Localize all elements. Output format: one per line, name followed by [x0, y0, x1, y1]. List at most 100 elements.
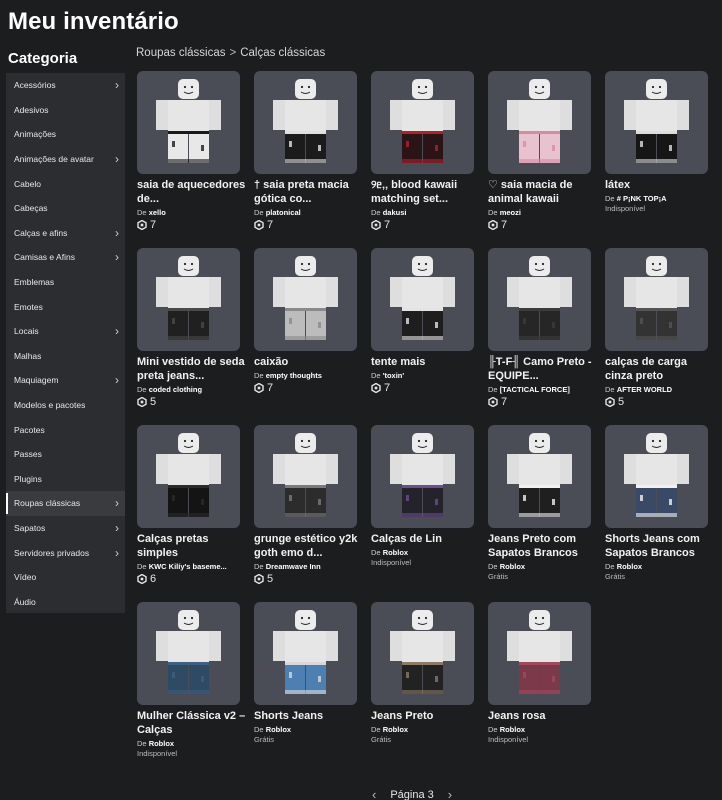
- item-creator[interactable]: De Roblox: [371, 548, 477, 557]
- item-thumbnail[interactable]: [488, 248, 591, 351]
- item-card[interactable]: Calças pretas simples De KWC Kilíy's base…: [137, 425, 247, 595]
- item-creator[interactable]: De meozi: [488, 208, 594, 217]
- item-creator[interactable]: De Roblox: [371, 725, 477, 734]
- item-thumbnail[interactable]: [254, 71, 357, 174]
- item-card[interactable]: Jeans rosa De Roblox Indisponível: [488, 602, 598, 772]
- item-thumbnail[interactable]: [254, 602, 357, 705]
- item-name[interactable]: grunge estético y2k goth emo d...: [254, 532, 364, 560]
- item-name[interactable]: Jeans Preto: [371, 709, 481, 723]
- item-card[interactable]: grunge estético y2k goth emo d... De Drea…: [254, 425, 364, 595]
- item-creator[interactable]: De empty thoughts: [254, 371, 360, 380]
- sidebar-item[interactable]: Áudio: [6, 589, 125, 614]
- creator-name[interactable]: meozi: [500, 208, 521, 217]
- sidebar-item[interactable]: Malhas: [6, 344, 125, 369]
- item-creator[interactable]: De Roblox: [488, 562, 594, 571]
- item-card[interactable]: saia de aquecedores de... De xello 7: [137, 71, 247, 241]
- previous-page-icon[interactable]: ‹: [372, 787, 376, 800]
- item-creator[interactable]: De Dreamwave Inn: [254, 562, 360, 571]
- item-card[interactable]: calças de carga cinza preto De AFTER WORL…: [605, 248, 715, 418]
- item-creator[interactable]: De dakusi: [371, 208, 477, 217]
- sidebar-item[interactable]: Cabelo: [6, 171, 125, 196]
- item-name[interactable]: Shorts Jeans com Sapatos Brancos: [605, 532, 715, 560]
- sidebar-item[interactable]: Vídeo: [6, 565, 125, 590]
- creator-name[interactable]: Roblox: [266, 725, 291, 734]
- item-name[interactable]: ╟T-F╢ Camo Preto - EQUIPE...: [488, 355, 598, 383]
- creator-name[interactable]: Roblox: [617, 562, 642, 571]
- sidebar-item[interactable]: Adesivos: [6, 98, 125, 123]
- item-creator[interactable]: De xello: [137, 208, 243, 217]
- sidebar-item[interactable]: Locais ›: [6, 319, 125, 344]
- sidebar-item[interactable]: Servidores privados ›: [6, 540, 125, 565]
- item-creator[interactable]: De # P¡NK TOP¡A: [605, 194, 711, 203]
- item-name[interactable]: † saia preta macia gótica co...: [254, 178, 364, 206]
- item-thumbnail[interactable]: [254, 425, 357, 528]
- item-thumbnail[interactable]: [488, 425, 591, 528]
- item-card[interactable]: Shorts Jeans De Roblox Grátis: [254, 602, 364, 772]
- creator-name[interactable]: xello: [149, 208, 166, 217]
- item-card[interactable]: Mulher Clássica v2 – Calças De Roblox Indi…: [137, 602, 247, 772]
- item-thumbnail[interactable]: [371, 425, 474, 528]
- creator-name[interactable]: Roblox: [383, 548, 408, 557]
- item-card[interactable]: ୨ᥱ‚‚ blood kawaii matching set... De daku…: [371, 71, 481, 241]
- item-creator[interactable]: De Roblox: [254, 725, 360, 734]
- item-name[interactable]: calças de carga cinza preto: [605, 355, 715, 383]
- item-name[interactable]: Calças pretas simples: [137, 532, 247, 560]
- item-thumbnail[interactable]: [254, 248, 357, 351]
- creator-name[interactable]: [TACTICAL FORCE]: [500, 385, 570, 394]
- item-thumbnail[interactable]: [605, 71, 708, 174]
- item-thumbnail[interactable]: [137, 602, 240, 705]
- item-creator[interactable]: De AFTER WORLD: [605, 385, 711, 394]
- item-thumbnail[interactable]: [605, 248, 708, 351]
- sidebar-item[interactable]: Emotes: [6, 294, 125, 319]
- creator-name[interactable]: Roblox: [383, 725, 408, 734]
- item-card[interactable]: Jeans Preto com Sapatos Brancos De Roblox…: [488, 425, 598, 595]
- creator-name[interactable]: dakusi: [383, 208, 407, 217]
- item-card[interactable]: ♡ saia macia de animal kawaii De meozi 7: [488, 71, 598, 241]
- item-name[interactable]: caixão: [254, 355, 364, 369]
- item-card[interactable]: tente mais De 'toxin' 7: [371, 248, 481, 418]
- sidebar-item[interactable]: Passes: [6, 442, 125, 467]
- sidebar-item[interactable]: Cabeças: [6, 196, 125, 221]
- item-thumbnail[interactable]: [605, 425, 708, 528]
- item-name[interactable]: saia de aquecedores de...: [137, 178, 247, 206]
- item-thumbnail[interactable]: [137, 425, 240, 528]
- sidebar-item[interactable]: Animações: [6, 122, 125, 147]
- item-creator[interactable]: De coded clothing: [137, 385, 243, 394]
- item-thumbnail[interactable]: [488, 602, 591, 705]
- sidebar-item[interactable]: Plugins: [6, 467, 125, 492]
- item-thumbnail[interactable]: [371, 71, 474, 174]
- item-name[interactable]: tente mais: [371, 355, 481, 369]
- item-thumbnail[interactable]: [137, 71, 240, 174]
- item-thumbnail[interactable]: [371, 602, 474, 705]
- creator-name[interactable]: Dreamwave Inn: [266, 562, 321, 571]
- sidebar-item[interactable]: Emblemas: [6, 270, 125, 295]
- item-name[interactable]: Shorts Jeans: [254, 709, 364, 723]
- sidebar-item[interactable]: Maquiagem ›: [6, 368, 125, 393]
- item-thumbnail[interactable]: [488, 71, 591, 174]
- creator-name[interactable]: Roblox: [500, 562, 525, 571]
- creator-name[interactable]: # P¡NK TOP¡A: [617, 194, 667, 203]
- item-card[interactable]: caixão De empty thoughts 7: [254, 248, 364, 418]
- sidebar-item[interactable]: Acessórios ›: [6, 73, 125, 98]
- item-name[interactable]: Jeans rosa: [488, 709, 598, 723]
- creator-name[interactable]: Roblox: [500, 725, 525, 734]
- item-name[interactable]: Calças de Lin: [371, 532, 481, 546]
- item-name[interactable]: látex: [605, 178, 715, 192]
- item-name[interactable]: Jeans Preto com Sapatos Brancos: [488, 532, 598, 560]
- sidebar-item[interactable]: Pacotes: [6, 417, 125, 442]
- item-creator[interactable]: De Roblox: [605, 562, 711, 571]
- sidebar-item[interactable]: Roupas clássicas ›: [6, 491, 125, 516]
- next-page-icon[interactable]: ›: [448, 787, 452, 800]
- item-creator[interactable]: De platonical: [254, 208, 360, 217]
- item-name[interactable]: Mulher Clássica v2 – Calças: [137, 709, 247, 737]
- item-thumbnail[interactable]: [371, 248, 474, 351]
- creator-name[interactable]: KWC Kilíy's baseme...: [149, 562, 227, 571]
- sidebar-item[interactable]: Sapatos ›: [6, 516, 125, 541]
- item-creator[interactable]: De Roblox: [137, 739, 243, 748]
- item-name[interactable]: ୨ᥱ‚‚ blood kawaii matching set...: [371, 178, 481, 206]
- item-card[interactable]: † saia preta macia gótica co... De platon…: [254, 71, 364, 241]
- creator-name[interactable]: empty thoughts: [266, 371, 322, 380]
- item-thumbnail[interactable]: [137, 248, 240, 351]
- sidebar-item[interactable]: Camisas e Afins ›: [6, 245, 125, 270]
- creator-name[interactable]: platonical: [266, 208, 301, 217]
